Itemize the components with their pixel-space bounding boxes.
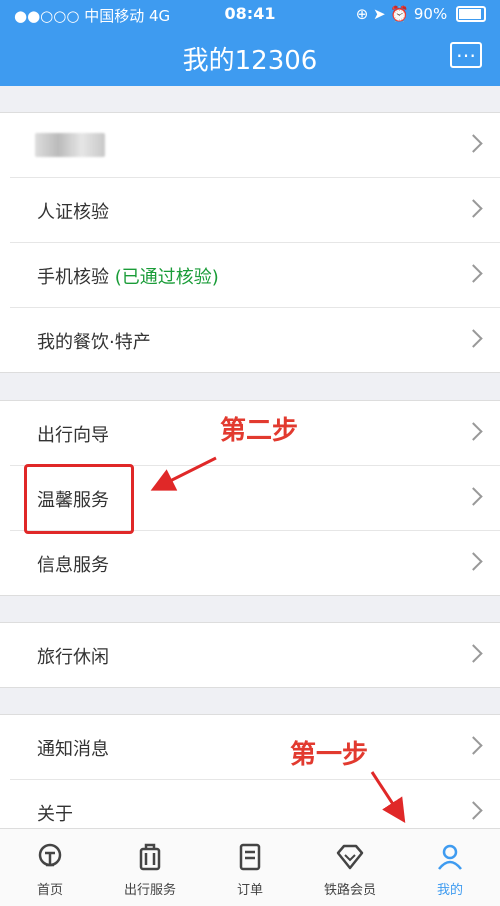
row-username[interactable] [10,113,500,178]
tab-label: 我的 [436,883,463,898]
lock-rotation-icon: ⊕ [355,5,369,23]
chevron-right-icon [464,644,483,663]
row-travel-leisure[interactable]: 旅行休闲 [10,623,500,687]
highlight-warm-service [24,464,134,534]
row-label: 信息服务 [37,555,109,576]
chevron-right-icon [464,552,483,571]
annotation-step1: 第一步 [290,740,369,770]
row-label: 通知消息 [37,739,109,760]
section-leisure: 旅行休闲 [0,622,500,688]
message-icon[interactable] [450,38,482,68]
chevron-right-icon [464,264,483,283]
tab-orders[interactable]: 订单 [200,829,300,906]
row-label: 出行向导 [37,425,109,446]
user-icon [438,844,462,870]
tab-membership[interactable]: 铁路会员 [300,829,400,906]
row-notifications[interactable]: 通知消息 [10,715,500,780]
chevron-right-icon [464,422,483,441]
section-account: 人证核验 手机核验 (已通过核验) 我的餐饮·特产 [0,112,500,373]
annotation-step2: 第二步 [220,416,299,446]
row-dining[interactable]: 我的餐饮·特产 [10,308,500,372]
row-label: 我的餐饮·特产 [37,332,151,353]
page-title: 我的12306 [182,46,318,76]
alarm-icon: ⏰ [390,5,410,23]
row-label: 关于 [37,804,73,825]
chevron-right-icon [464,329,483,348]
chevron-right-icon [464,199,483,218]
row-label-wrap: 手机核验 (已通过核验) [37,263,219,289]
diamond-icon [336,844,364,870]
tab-label: 订单 [236,883,263,898]
tab-home[interactable]: 首页 [0,829,100,906]
status-right: ⊕ ➤ ⏰ 90% [356,5,486,23]
chevron-right-icon [464,487,483,506]
row-label: 旅行休闲 [37,647,109,668]
verify-status: (已通过核验) [114,267,219,288]
row-identity-verify[interactable]: 人证核验 [10,178,500,243]
tab-label: 铁路会员 [323,883,376,898]
battery-percent: 90% [413,5,448,23]
tab-travel-service[interactable]: 出行服务 [100,829,200,906]
blurred-username [35,133,105,157]
location-icon: ➤ [373,5,386,23]
tab-label: 出行服务 [123,883,176,898]
row-info-service[interactable]: 信息服务 [10,531,500,595]
train-icon [38,843,62,867]
section-misc: 通知消息 关于 [0,714,500,845]
tab-label: 首页 [36,883,63,898]
tab-mine[interactable]: 我的 [400,829,500,906]
status-bar: ●●○○○ 中国移动 4G 08:41 ⊕ ➤ ⏰ 90% [0,0,500,28]
chevron-right-icon [464,736,483,755]
tab-bar: 首页 出行服务 订单 铁路会员 我的 [0,828,500,906]
row-label: 手机核验 [37,267,109,288]
order-icon [239,843,261,871]
luggage-icon [139,843,161,871]
chevron-right-icon [464,134,483,153]
row-label: 人证核验 [37,202,109,223]
battery-icon [456,6,486,22]
row-phone-verify[interactable]: 手机核验 (已通过核验) [10,243,500,308]
header-bar: ●●○○○ 中国移动 4G 08:41 ⊕ ➤ ⏰ 90% 我的12306 [0,0,500,86]
chevron-right-icon [464,801,483,820]
